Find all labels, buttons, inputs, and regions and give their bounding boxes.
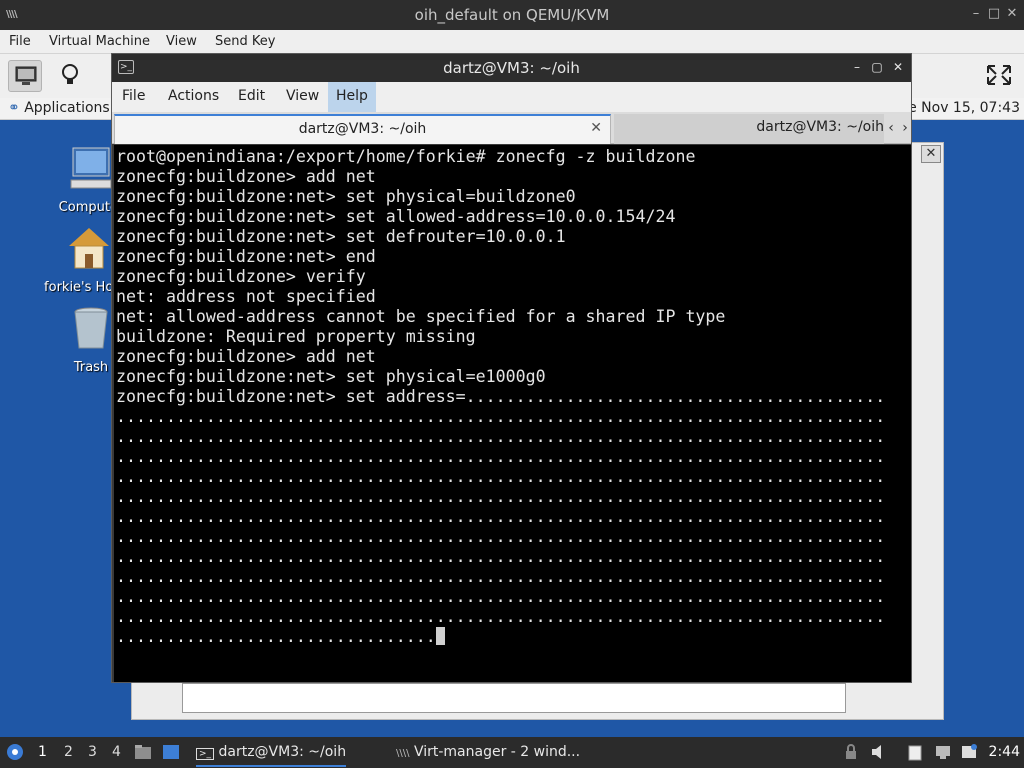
openindiana-icon: ⚭ [8,100,20,116]
terminal-line: ........................................… [116,507,886,526]
terminal-line: root@openindiana:/export/home/forkie# zo… [116,147,696,166]
maximize-icon[interactable]: ▢ [869,59,885,75]
taskbar-item-label: dartz@VM3: ~/oih [218,744,347,760]
terminal-line: zonecfg:buildzone:net> set physical=buil… [116,187,576,206]
terminal-title: dartz@VM3: ~/oih [443,59,580,77]
terminal-menu-help[interactable]: Help [328,82,376,112]
menu-file[interactable]: File [9,34,31,49]
show-desktop-icon[interactable] [162,743,180,761]
terminal-line: ........................................… [116,467,886,486]
applications-label: Applications [24,100,110,116]
close-icon[interactable]: ✕ [890,59,906,75]
terminal-titlebar[interactable]: >_ dartz@VM3: ~/oih – ▢ ✕ [112,54,911,82]
close-icon[interactable]: ✕ [921,145,941,163]
tab-scroll-right-icon[interactable]: › [898,117,912,139]
terminal-line: zonecfg:buildzone:net> set allowed-addre… [116,207,676,226]
terminal-line: zonecfg:buildzone> add net [116,167,376,186]
terminal-line: net: allowed-address cannot be specified… [116,307,726,326]
taskbar-clock[interactable]: 2:44 [989,744,1020,760]
trash-icon [74,307,108,349]
taskbar-item-virt-manager[interactable]: \\\\ Virt-manager - 2 wind... [396,744,580,760]
text-cursor [435,627,445,645]
fullscreen-icon [987,65,1011,85]
terminal-current-text: ................................ [116,627,436,646]
terminal-menubar: File Actions Edit View Help [112,82,911,112]
terminal-line-current: ................................ [116,627,911,647]
terminal-line: ........................................… [116,427,886,446]
terminal-line: zonecfg:buildzone> add net [116,347,376,366]
lightbulb-icon [62,64,78,84]
start-menu-icon[interactable] [6,743,24,761]
monitor-icon [70,147,112,189]
terminal-line: ........................................… [116,447,886,466]
taskbar-item-label: Virt-manager - 2 wind... [413,744,581,760]
terminal-line: zonecfg:buildzone:net> set defrouter=10.… [116,227,566,246]
workspace-2[interactable]: 2 [64,744,73,760]
minimize-icon[interactable]: – [968,6,984,22]
terminal-line: net: address not specified [116,287,376,306]
outer-menubar: File Virtual Machine View Send Key [0,30,1024,54]
taskbar-item-terminal[interactable]: >_ dartz@VM3: ~/oih [196,744,347,767]
workspace-3[interactable]: 3 [88,744,97,760]
tab-scroll-left-icon[interactable]: ‹ [884,117,898,139]
workspace-4[interactable]: 4 [112,744,121,760]
workspace-1[interactable]: 1 [38,744,47,760]
terminal-menu-file[interactable]: File [120,88,147,104]
home-icon [69,228,109,269]
terminal-tab-active[interactable]: dartz@VM3: ~/oih ✕ [114,114,611,144]
terminal-output[interactable]: root@openindiana:/export/home/forkie# zo… [114,145,911,682]
terminal-line: ........................................… [116,547,886,566]
terminal-line: buildzone: Required property missing [116,327,476,346]
monitor-icon [15,66,37,85]
terminal-line: ........................................… [116,587,886,606]
fullscreen-button[interactable] [982,60,1016,92]
console-view-button[interactable] [8,60,42,92]
terminal-line: ........................................… [116,567,886,586]
applications-menu[interactable]: ⚭ Applications [8,100,110,116]
terminal-line: zonecfg:buildzone:net> set address=.....… [116,387,886,406]
details-view-button[interactable] [53,60,87,92]
menu-view[interactable]: View [166,34,197,49]
folder-icon[interactable] [134,743,152,761]
virt-manager-icon: \\\\ [396,748,410,759]
close-tab-icon[interactable]: ✕ [590,120,602,136]
outer-window-title: oih_default on QEMU/KVM [414,6,610,24]
terminal-line: ........................................… [116,407,886,426]
minimize-icon[interactable]: – [849,59,865,75]
background-dialog-input[interactable] [182,683,846,713]
volume-icon[interactable] [870,743,888,761]
clipboard-icon[interactable] [906,743,924,761]
terminal-line: ........................................… [116,607,886,626]
terminal-line: ........................................… [116,487,886,506]
outer-titlebar: \\\\ oih_default on QEMU/KVM – □ ✕ [0,0,1024,30]
terminal-tab-inactive[interactable]: dartz@VM3: ~/oih [614,114,884,144]
terminal-menu-actions[interactable]: Actions [166,88,221,104]
terminal-window[interactable]: >_ dartz@VM3: ~/oih – ▢ ✕ File Actions E… [111,53,912,683]
terminal-menu-view[interactable]: View [284,88,321,104]
terminal-menu-edit[interactable]: Edit [236,88,267,104]
notification-icon[interactable] [960,743,978,761]
terminal-line: zonecfg:buildzone:net> set physical=e100… [116,367,546,386]
terminal-tabbar: dartz@VM3: ~/oih ✕ dartz@VM3: ~/oih ‹ › [112,112,911,144]
menu-send-key[interactable]: Send Key [215,34,275,49]
terminal-tab-label: dartz@VM3: ~/oih [298,121,427,137]
guest-taskbar: 1 2 3 4 >_ dartz@VM3: ~/oih \\\\ Virt-ma… [0,737,1024,768]
network-icon[interactable] [934,743,952,761]
lock-icon[interactable] [842,743,860,761]
maximize-icon[interactable]: □ [986,6,1002,22]
terminal-line: ........................................… [116,527,886,546]
close-icon[interactable]: ✕ [1004,6,1020,22]
terminal-line: zonecfg:buildzone> verify [116,267,366,286]
terminal-tab-label: dartz@VM3: ~/oih [756,119,884,135]
menu-virtual-machine[interactable]: Virtual Machine [49,34,150,49]
terminal-line: zonecfg:buildzone:net> end [116,247,376,266]
terminal-icon: >_ [196,748,215,760]
